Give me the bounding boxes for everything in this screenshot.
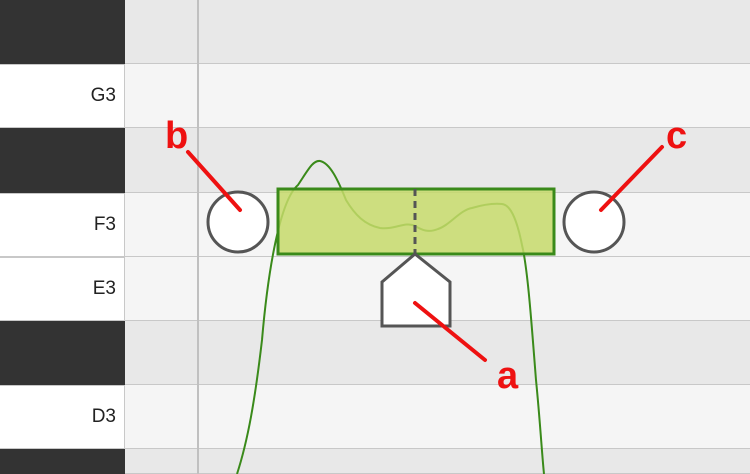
note-block[interactable]	[276, 187, 556, 256]
callout-line-b	[186, 150, 242, 212]
note-start-handle[interactable]	[206, 190, 270, 254]
note-center-handle[interactable]	[380, 252, 452, 328]
callout-label-b: b	[165, 115, 188, 157]
callout-label-a: a	[497, 355, 519, 397]
note-edit-overlay: a b c	[165, 115, 687, 474]
callout-line-c	[599, 145, 664, 212]
callout-label-c: c	[666, 115, 687, 157]
piano-roll-editor: G3 F3 E3 D3 a b c	[0, 0, 750, 474]
note-end-handle[interactable]	[562, 190, 626, 254]
